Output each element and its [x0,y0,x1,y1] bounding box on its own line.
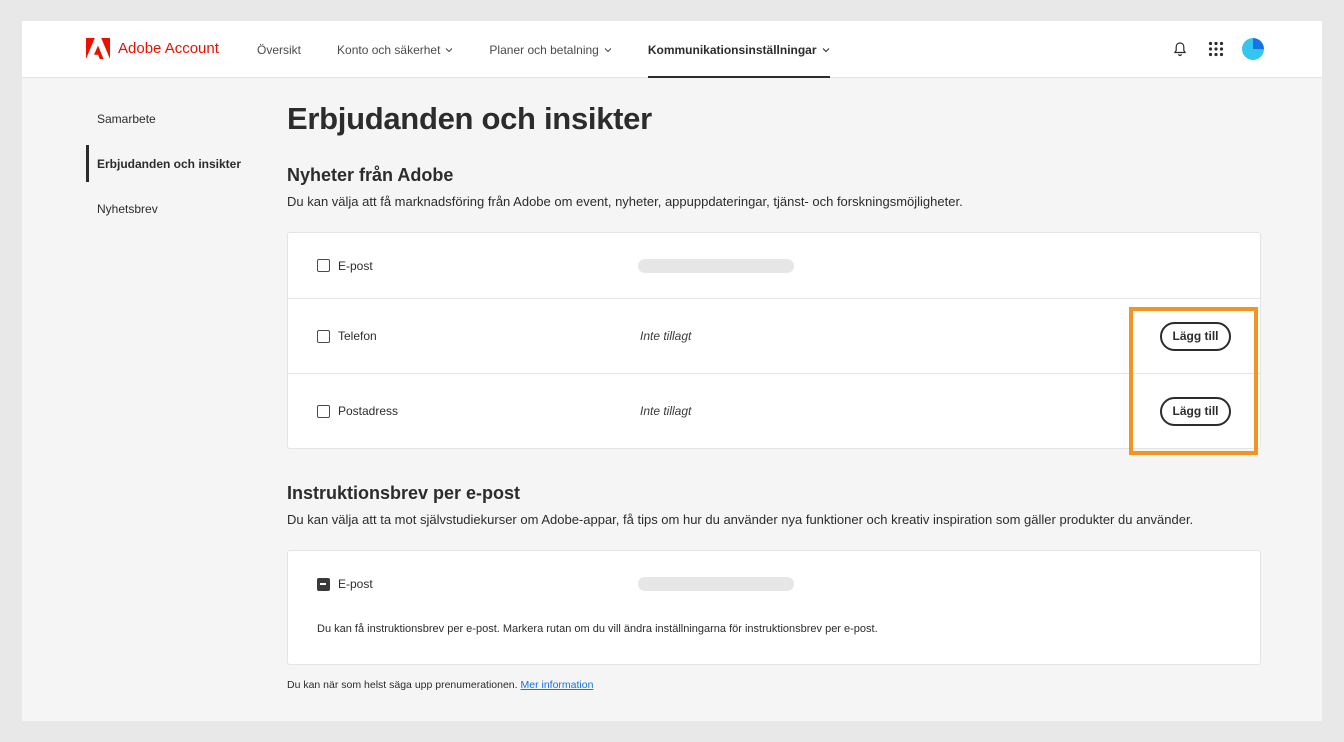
unsubscribe-text: Du kan när som helst säga upp prenumerat… [287,679,518,691]
chevron-down-icon [604,47,612,52]
nav-oversikt-label: Översikt [257,42,302,57]
postal-label: Postadress [338,404,399,418]
sidebar-item-label: Nyhetsbrev [97,202,158,216]
nav-oversikt[interactable]: Översikt [257,21,301,78]
news-section: Nyheter från Adobe Du kan välja att få m… [287,165,1261,449]
adobe-logo-icon [86,38,110,59]
postal-checkbox[interactable] [317,404,330,418]
redacted-email-value [638,258,794,273]
section-description-news: Du kan välja att få marknadsföring från … [287,194,963,209]
instructions-email-label: E-post [338,577,373,591]
sidebar: Samarbete Erbjudanden och insikter Nyhet… [86,109,241,244]
section-description-instructions: Du kan välja att ta mot självstudiekurse… [287,512,1194,527]
nav-konto-label: Konto och säkerhet [337,42,441,57]
email-checkbox[interactable] [317,259,330,272]
unsubscribe-note: Du kan när som helst säga upp prenumerat… [287,679,1261,691]
preference-row-email: E-post [288,233,1260,299]
nav-planer-label: Planer och betalning [489,42,599,57]
instructions-email-checkbox[interactable] [317,578,330,591]
postal-status: Inte tillagt [640,404,692,418]
nav-kommunikationsinstallningar[interactable]: Kommunikationsinställningar [647,21,830,78]
sidebar-item-label: Erbjudanden och insikter [97,157,242,171]
app-frame: Adobe Account Översikt Konto och säkerhe… [22,21,1322,721]
preference-row-postal: Postadress Inte tillagt Lägg till [288,374,1260,448]
app-grid-icon[interactable] [1206,39,1226,59]
adobe-brand[interactable]: Adobe Account [86,38,219,59]
page-title: Erbjudanden och insikter [287,101,652,136]
email-label: E-post [338,258,373,273]
redacted-email-value [638,577,794,591]
instructions-note: Du kan få instruktionsbrev per e-post. M… [317,623,878,635]
instructions-section: Instruktionsbrev per e-post Du kan välja… [287,483,1261,665]
brand-title: Adobe Account [118,40,219,57]
nav-kommunikation-label: Kommunikationsinställningar [647,42,817,57]
sidebar-item-nyhetsbrev[interactable]: Nyhetsbrev [86,199,241,219]
main-content: Erbjudanden och insikter Nyheter från Ad… [287,101,1261,691]
main-nav: Översikt Konto och säkerhet Planer och b… [257,21,866,78]
instructions-preferences-card: E-post Du kan få instruktionsbrev per e-… [287,550,1261,665]
section-title-instructions: Instruktionsbrev per e-post [287,483,521,503]
news-preferences-card: E-post Telefon Inte tillagt Lägg till Po… [287,232,1261,449]
section-title-news: Nyheter från Adobe [287,165,454,185]
nav-planer-och-betalning[interactable]: Planer och betalning [489,21,612,78]
top-navigation: Adobe Account Översikt Konto och säkerhe… [22,21,1322,78]
header-actions [1170,38,1264,60]
highlight-box [1129,307,1258,455]
phone-label: Telefon [338,329,377,343]
sidebar-item-erbjudanden[interactable]: Erbjudanden och insikter [86,145,242,182]
chevron-down-icon [822,47,829,52]
chevron-down-icon [446,47,453,52]
bell-icon[interactable] [1170,39,1190,59]
preference-row-phone: Telefon Inte tillagt Lägg till [288,299,1260,374]
nav-konto-och-sakerhet[interactable]: Konto och säkerhet [337,21,453,78]
phone-status: Inte tillagt [640,329,692,343]
phone-checkbox[interactable] [317,329,330,343]
sidebar-item-samarbete[interactable]: Samarbete [86,109,241,129]
more-info-link[interactable]: Mer information [520,679,593,691]
sidebar-item-label: Samarbete [97,112,156,126]
avatar[interactable] [1242,38,1264,60]
